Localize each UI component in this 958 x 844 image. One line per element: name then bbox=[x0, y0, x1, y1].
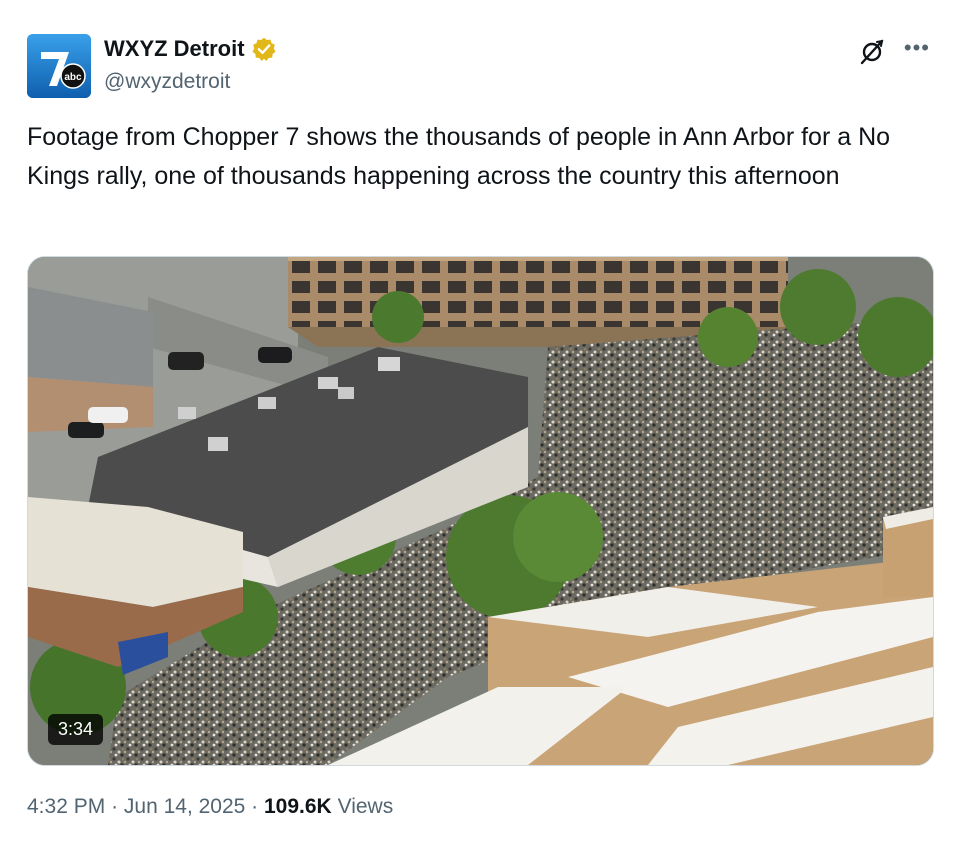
author-handle[interactable]: @wxyzdetroit bbox=[104, 70, 277, 94]
grok-icon[interactable] bbox=[858, 38, 886, 66]
more-options-icon[interactable]: ••• bbox=[904, 37, 930, 59]
video-player[interactable]: 3:34 bbox=[27, 256, 934, 766]
tweet-time[interactable]: 4:32 PM bbox=[27, 795, 105, 818]
tweet-meta: 4:32 PM · Jun 14, 2025 · 109.6K Views bbox=[27, 795, 393, 819]
views-count: 109.6K bbox=[264, 795, 332, 818]
meta-separator: · bbox=[111, 795, 124, 818]
meta-separator: · bbox=[251, 795, 264, 818]
verified-badge-icon bbox=[252, 37, 276, 62]
video-duration-badge: 3:34 bbox=[48, 714, 104, 745]
tweet-date[interactable]: Jun 14, 2025 bbox=[124, 795, 245, 818]
tweet-actions: ••• bbox=[858, 37, 930, 66]
video-thumbnail bbox=[28, 257, 933, 765]
author-block: WXYZ Detroit @wxyzdetroit bbox=[104, 36, 277, 94]
tweet-card: abc WXYZ Detroit @wxyzdetroit ••• Footag… bbox=[0, 0, 958, 844]
views-label: Views bbox=[337, 795, 394, 818]
avatar-logo-text: abc bbox=[64, 72, 82, 83]
tweet-text: Footage from Chopper 7 shows the thousan… bbox=[27, 123, 891, 190]
author-name[interactable]: WXYZ Detroit bbox=[104, 36, 245, 62]
author-avatar[interactable]: abc bbox=[27, 34, 91, 98]
